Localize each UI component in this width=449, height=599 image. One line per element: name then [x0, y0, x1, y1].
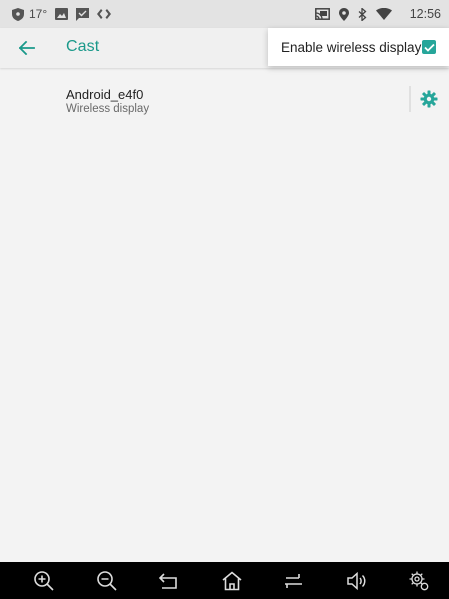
recents-icon: [285, 573, 302, 588]
message-icon: [76, 7, 90, 21]
shield-icon: [12, 7, 24, 21]
status-bar: 17° 12:56: [0, 0, 449, 28]
status-left: 17°: [12, 7, 119, 21]
clock-text: 12:56: [409, 7, 441, 21]
settings-button[interactable]: [407, 569, 431, 593]
enable-wireless-display-checkbox[interactable]: [422, 40, 436, 54]
overflow-menu: Enable wireless display: [268, 28, 449, 66]
bluetooth-icon: [358, 7, 367, 21]
page-title: Cast: [66, 38, 100, 55]
navigation-bar: [0, 562, 449, 599]
volume-icon: [346, 571, 365, 590]
wifi-icon: [375, 8, 392, 20]
gear-icon: [420, 90, 438, 108]
code-icon: [97, 8, 112, 20]
zoom-out-button[interactable]: [95, 569, 119, 593]
back-button[interactable]: [14, 36, 40, 60]
image-icon: [55, 8, 69, 20]
item-divider: [409, 86, 411, 112]
enable-wireless-display-label[interactable]: Enable wireless display: [281, 40, 421, 55]
volume-button[interactable]: [345, 569, 369, 593]
zoom-in-button[interactable]: [32, 569, 56, 593]
checkmark-icon: [423, 43, 435, 52]
recents-button[interactable]: [282, 569, 306, 593]
arrow-left-icon: [19, 41, 35, 55]
device-settings-button[interactable]: [418, 88, 440, 110]
device-subtitle: Wireless display: [66, 103, 150, 115]
location-icon: [338, 7, 349, 21]
settings-icon: [409, 571, 429, 590]
home-button[interactable]: [220, 569, 244, 593]
home-icon: [221, 570, 242, 590]
temperature-text: 17°: [29, 7, 48, 21]
device-item[interactable]: Android_e4f0 Wireless display: [0, 78, 449, 124]
device-name: Android_e4f0: [66, 87, 144, 102]
back-icon: [158, 572, 177, 589]
zoom-out-icon: [96, 570, 117, 591]
cast-icon: [314, 8, 330, 20]
nav-back-button[interactable]: [157, 569, 181, 593]
zoom-in-icon: [34, 570, 54, 591]
status-right: 12:56: [306, 7, 441, 21]
